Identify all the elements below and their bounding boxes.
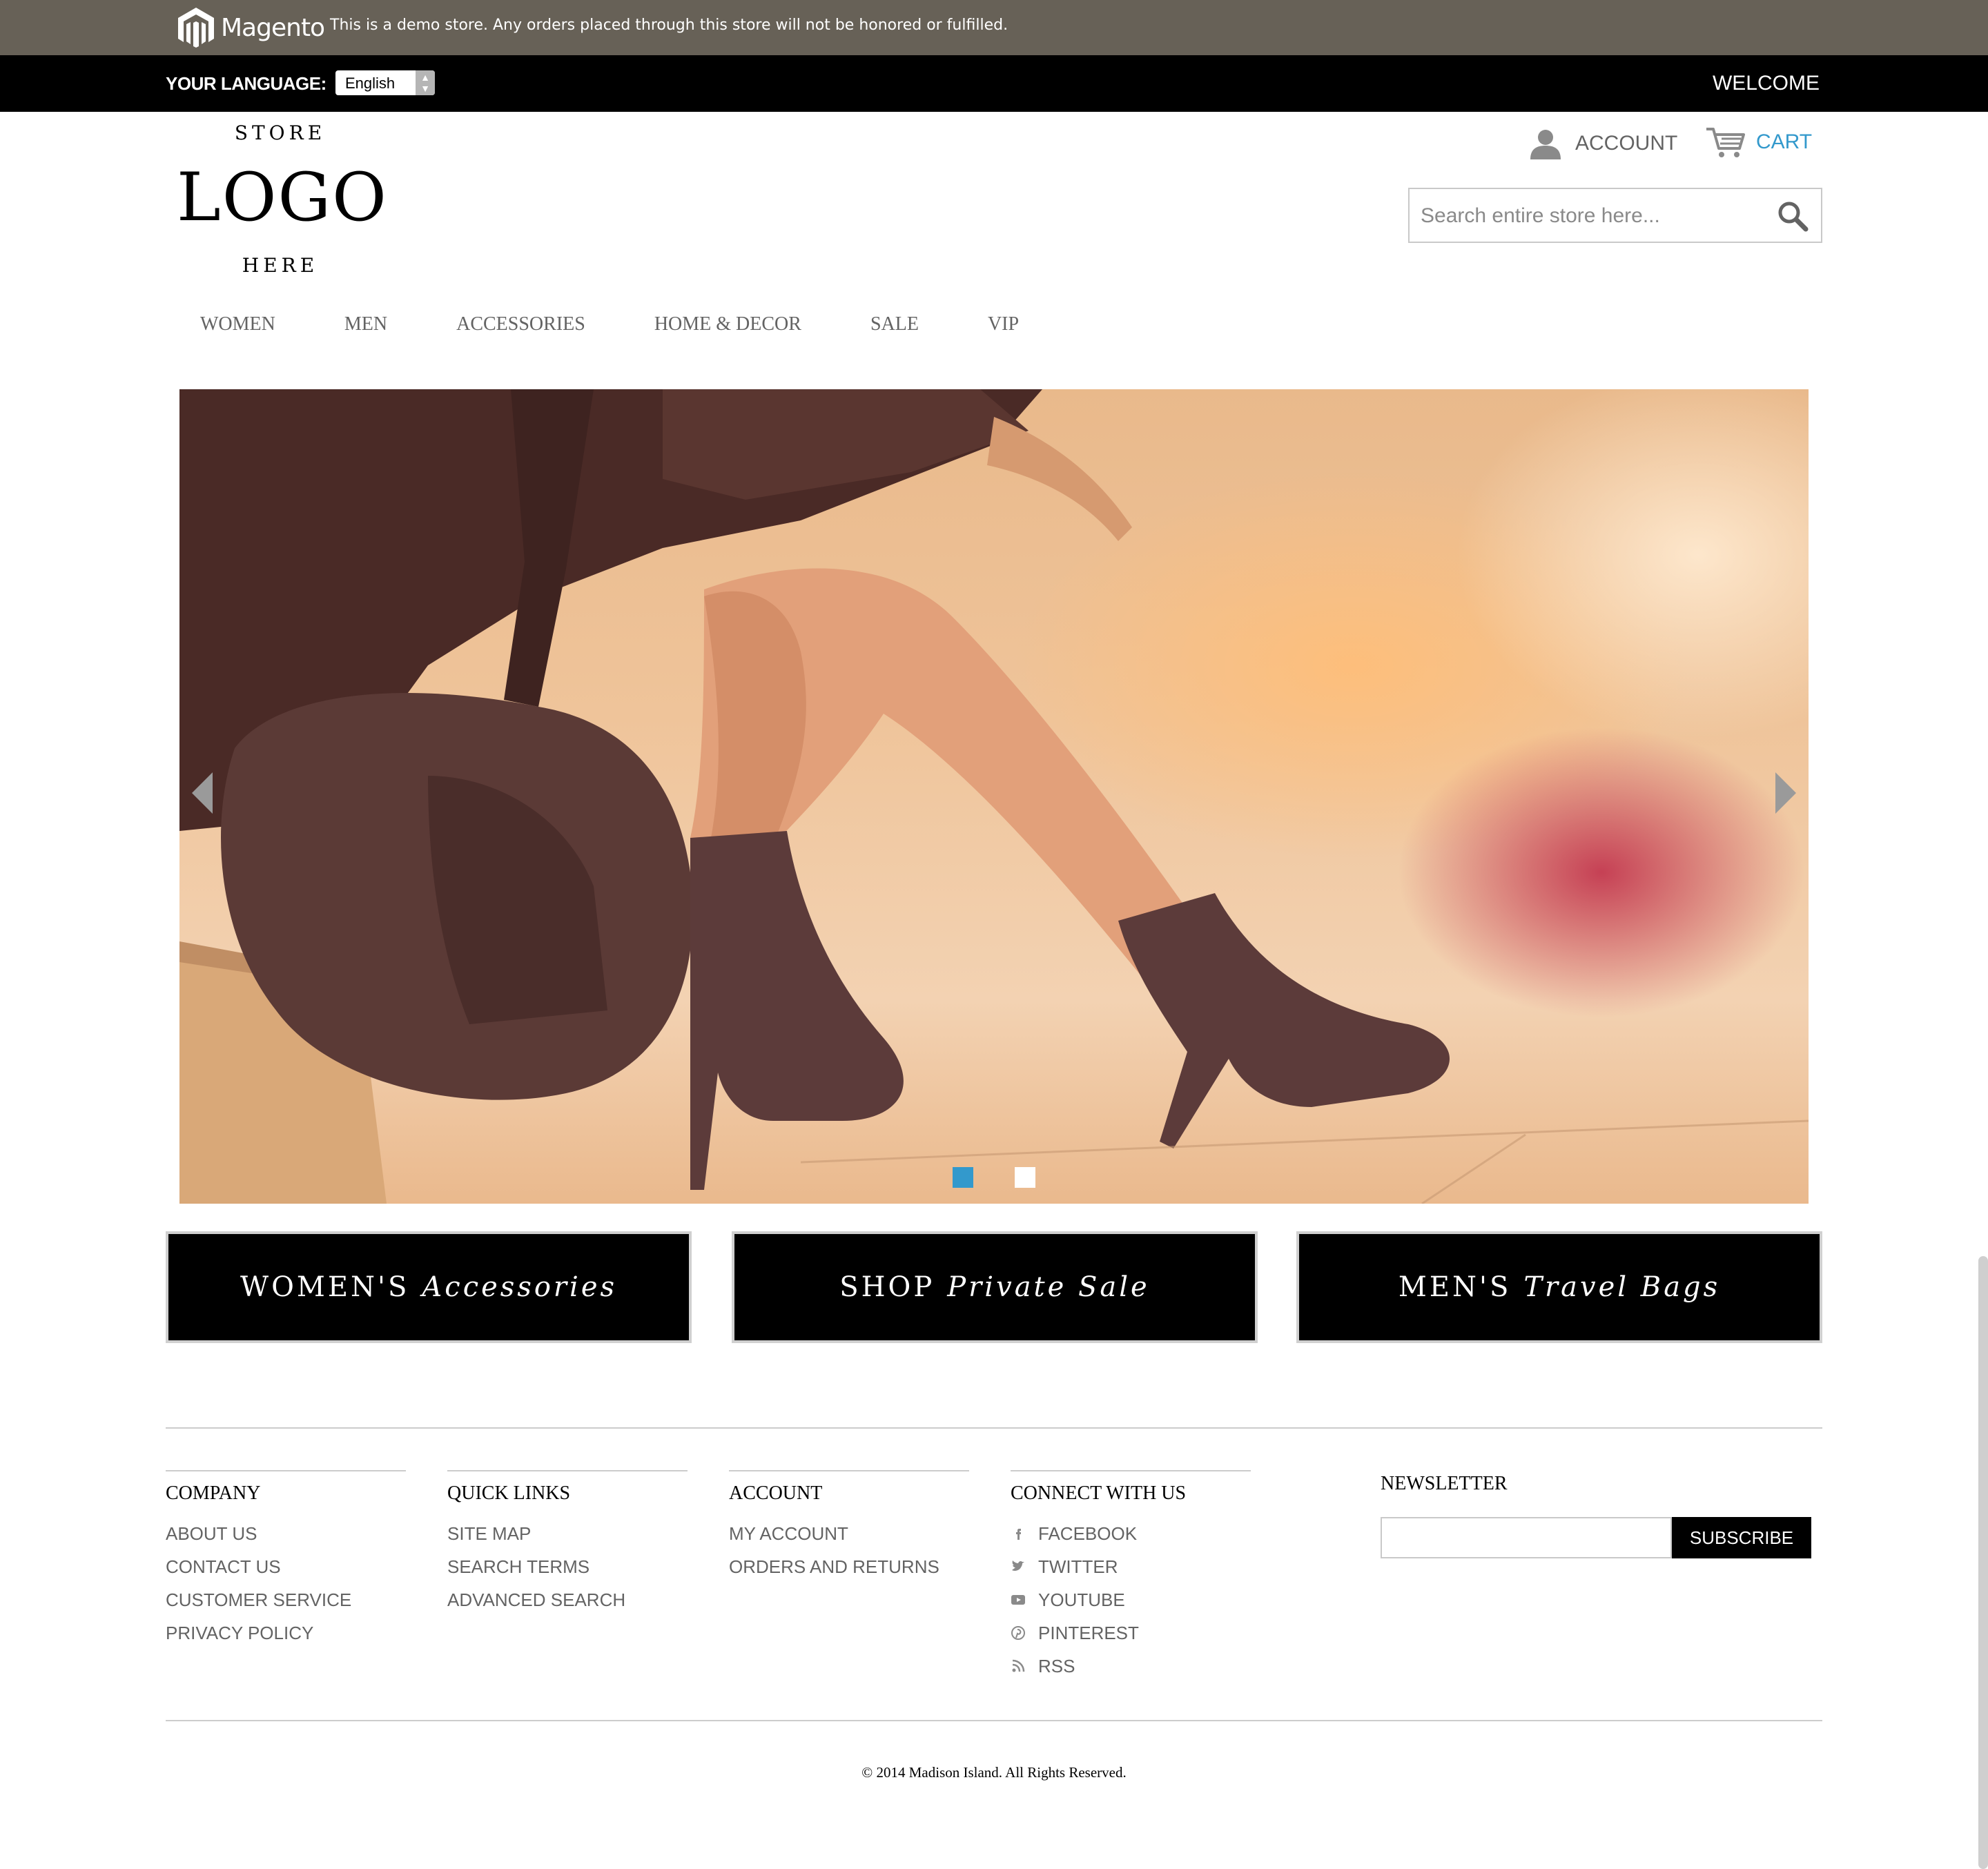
facebook-icon [1016,1529,1021,1540]
slider-prev-arrow-icon[interactable] [192,772,213,814]
slider-pagination [953,1167,1077,1188]
footer-column-account: ACCOUNT MY ACCOUNT ORDERS AND RETURNS [729,1470,969,1583]
language-label: YOUR LANGUAGE: [166,73,327,94]
magento-logo: Magento [177,6,325,50]
slider-dot-1[interactable] [953,1167,973,1188]
newsletter-heading: NEWSLETTER [1381,1473,1508,1494]
column-divider [166,1470,406,1471]
social-label: PINTEREST [1038,1622,1139,1643]
search-input[interactable] [1421,197,1766,235]
rss-icon [1012,1659,1025,1672]
footer-bottom-divider [166,1720,1822,1721]
nav-item-sale[interactable]: SALE [870,313,919,341]
magento-wordmark: Magento [221,13,325,42]
social-label: TWITTER [1038,1556,1118,1577]
footer-column-connect: CONNECT WITH US FACEBOOK TWITTER YOUTUBE… [1011,1470,1251,1683]
promo-subtitle: Private Sale [947,1271,1150,1303]
welcome-message: WELCOME [1712,72,1820,95]
pinterest-icon [1011,1626,1025,1640]
social-label: YOUTUBE [1038,1589,1125,1610]
footer-heading: COMPANY [166,1483,261,1504]
footer-heading: CONNECT WITH US [1011,1483,1187,1504]
promo-subtitle: Travel Bags [1523,1271,1721,1303]
main-navigation: WOMEN MEN ACCESSORIES HOME & DECOR SALE … [200,313,1088,341]
cart-icon [1706,128,1745,157]
twitter-icon [1012,1560,1024,1571]
logo-line-here: HERE [242,254,319,277]
nav-item-men[interactable]: MEN [344,313,387,341]
footer-heading: ACCOUNT [729,1483,823,1504]
nav-item-home-decor[interactable]: HOME & DECOR [654,313,801,341]
slider-dot-2[interactable] [1015,1167,1035,1188]
search-icon[interactable] [1777,200,1809,232]
store-logo[interactable]: STORE LOGO HERE [177,116,388,282]
language-bar: YOUR LANGUAGE: English ▲ ▼ WELCOME [0,55,1988,112]
logo-line-logo: LOGO [177,159,388,236]
footer-link-contact-us[interactable]: CONTACT US [166,1550,406,1583]
slider-next-arrow-icon[interactable] [1775,772,1796,814]
footer-top-divider [166,1427,1822,1429]
column-divider [729,1470,969,1471]
footer-link-rss[interactable]: RSS [1011,1650,1251,1683]
promo-title: WOMEN'S [240,1271,410,1303]
footer-link-advanced-search[interactable]: ADVANCED SEARCH [447,1583,688,1616]
footer-column-company: COMPANY ABOUT US CONTACT US CUSTOMER SER… [166,1470,406,1650]
promo-shop-private-sale[interactable]: SHOP Private Sale [732,1231,1258,1343]
page-scrollbar[interactable] [1978,1256,1988,1869]
footer-link-about-us[interactable]: ABOUT US [166,1517,406,1550]
language-selected-value: English [345,75,396,92]
column-divider [1011,1470,1251,1471]
promo-subtitle: Accessories [422,1271,618,1303]
footer-link-pinterest[interactable]: PINTEREST [1011,1616,1251,1650]
youtube-icon [1011,1595,1025,1605]
copyright-text: © 2014 Madison Island. All Rights Reserv… [861,1764,1127,1781]
account-link[interactable]: ACCOUNT [1528,127,1677,160]
cart-label: CART [1756,130,1813,153]
social-label: FACEBOOK [1038,1523,1138,1544]
footer-link-facebook[interactable]: FACEBOOK [1011,1517,1251,1550]
logo-line-store: STORE [234,121,327,144]
footer-link-search-terms[interactable]: SEARCH TERMS [447,1550,688,1583]
promo-womens-accessories[interactable]: WOMEN'S Accessories [166,1231,692,1343]
hero-image [179,389,1809,1204]
subscribe-button[interactable]: SUBSCRIBE [1672,1517,1811,1558]
footer-link-privacy-policy[interactable]: PRIVACY POLICY [166,1616,406,1650]
social-label: RSS [1038,1655,1075,1676]
magento-icon [178,8,214,48]
cart-link[interactable]: CART [1705,124,1812,160]
language-select[interactable]: English ▲ ▼ [335,70,435,95]
footer-link-site-map[interactable]: SITE MAP [447,1517,688,1550]
nav-item-women[interactable]: WOMEN [200,313,275,341]
footer-heading: QUICK LINKS [447,1483,571,1504]
footer-link-customer-service[interactable]: CUSTOMER SERVICE [166,1583,406,1616]
account-label: ACCOUNT [1575,132,1678,155]
promo-mens-travel-bags[interactable]: MEN'S Travel Bags [1296,1231,1822,1343]
footer-link-youtube[interactable]: YOUTUBE [1011,1583,1251,1616]
nav-item-accessories[interactable]: ACCESSORIES [456,313,585,341]
footer-link-twitter[interactable]: TWITTER [1011,1550,1251,1583]
column-divider [447,1470,688,1471]
select-arrows-icon: ▲ ▼ [416,70,435,95]
search-box [1408,188,1822,243]
footer-link-my-account[interactable]: MY ACCOUNT [729,1517,969,1550]
nav-item-vip[interactable]: VIP [988,313,1019,341]
newsletter-block: NEWSLETTER SUBSCRIBE [1381,1470,1811,1558]
promo-title: SHOP [839,1271,935,1303]
promo-title: MEN'S [1398,1271,1512,1303]
newsletter-email-input[interactable] [1381,1517,1672,1558]
footer-link-orders-and-returns[interactable]: ORDERS AND RETURNS [729,1550,969,1583]
account-icon [1530,130,1561,159]
demo-notice-text: This is a demo store. Any orders placed … [330,17,1008,34]
footer-column-quick-links: QUICK LINKS SITE MAP SEARCH TERMS ADVANC… [447,1470,688,1616]
demo-notice-bar: Magento This is a demo store. Any orders… [0,0,1988,55]
hero-slider[interactable] [179,389,1809,1204]
